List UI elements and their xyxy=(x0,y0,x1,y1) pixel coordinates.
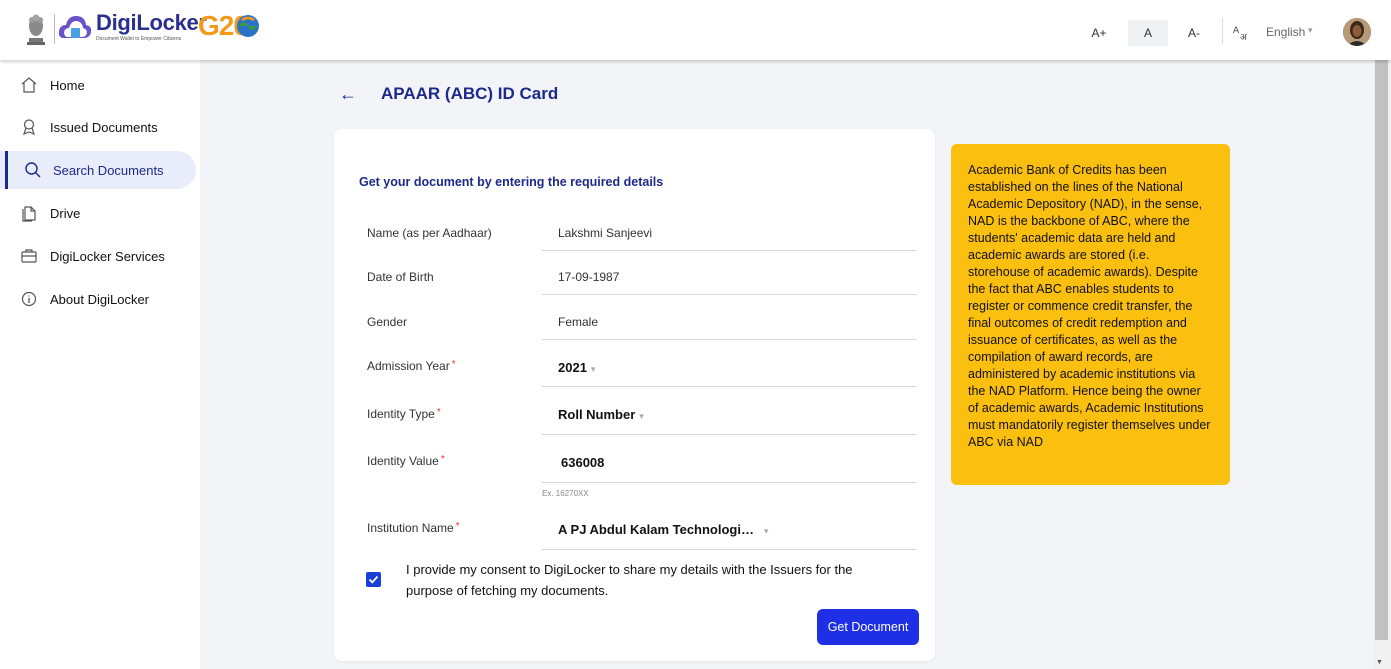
logo-divider xyxy=(54,14,55,44)
required-marker: * xyxy=(440,454,445,465)
identity-value-underline xyxy=(542,482,917,483)
home-icon xyxy=(21,77,37,93)
gender-underline xyxy=(542,339,917,340)
national-emblem-icon xyxy=(27,14,45,45)
get-document-button[interactable]: Get Document xyxy=(817,609,919,645)
chevron-down-icon[interactable]: ▾ xyxy=(1308,25,1313,36)
svg-text:अ: अ xyxy=(1240,33,1248,42)
sidebar-item-label: Search Documents xyxy=(53,162,164,178)
admission-year-label: Admission Year * xyxy=(367,359,456,373)
identity-value-label: Identity Value * xyxy=(367,454,445,468)
search-icon xyxy=(25,162,41,178)
consent-checkbox[interactable] xyxy=(366,572,381,587)
digilocker-cloud-icon xyxy=(58,16,92,38)
font-default-button[interactable]: A xyxy=(1128,20,1168,46)
font-increase-button[interactable]: A+ xyxy=(1079,20,1119,46)
checkmark-icon xyxy=(368,575,379,584)
brand-name[interactable]: DigiLocker xyxy=(96,10,207,36)
identity-type-underline xyxy=(542,434,917,435)
consent-text: I provide my consent to DigiLocker to sh… xyxy=(406,562,853,598)
identity-type-select[interactable]: Roll Number ▾ xyxy=(558,407,644,422)
identity-value-hint: Ex. 16270XX xyxy=(542,489,589,498)
sidebar-item-home[interactable]: Home xyxy=(0,66,196,104)
translate-icon[interactable]: A अ xyxy=(1233,24,1251,42)
avatar[interactable] xyxy=(1343,18,1371,46)
dob-underline xyxy=(542,294,917,295)
gender-label: Gender xyxy=(367,315,408,329)
svg-text:A: A xyxy=(1233,26,1240,36)
briefcase-icon xyxy=(21,249,37,263)
form-heading: Get your document by entering the requir… xyxy=(359,175,664,189)
institution-select[interactable]: A PJ Abdul Kalam Technologi… ▾ xyxy=(558,522,769,537)
sidebar-item-issued-documents[interactable]: Issued Documents xyxy=(0,108,196,146)
sidebar-item-label: About DigiLocker xyxy=(50,291,149,307)
name-label: Name (as per Aadhaar) xyxy=(367,226,492,240)
info-icon xyxy=(21,291,37,307)
page-title: APAAR (ABC) ID Card xyxy=(381,84,559,103)
brand-tagline: Document Wallet to Empower Citizens xyxy=(96,36,182,42)
sidebar-item-label: DigiLocker Services xyxy=(50,248,165,264)
chevron-down-icon: ▾ xyxy=(763,526,769,536)
top-header: DigiLocker Document Wallet to Empower Ci… xyxy=(0,0,1391,60)
dob-field: 17-09-1987 xyxy=(558,270,620,284)
required-marker: * xyxy=(436,407,441,418)
sidebar-item-digilocker-services[interactable]: DigiLocker Services xyxy=(0,237,196,275)
sidebar-item-search-documents[interactable]: Search Documents xyxy=(0,151,196,189)
sidebar-item-label: Drive xyxy=(50,205,81,221)
award-icon xyxy=(23,119,35,136)
chevron-down-icon: ▾ xyxy=(639,411,644,421)
header-divider xyxy=(1222,18,1223,44)
name-field: Lakshmi Sanjeevi xyxy=(558,226,653,240)
chevron-down-icon: ▾ xyxy=(590,364,596,374)
identity-type-label: Identity Type * xyxy=(367,407,441,421)
admission-year-underline xyxy=(542,386,917,387)
identity-value-input[interactable]: 636008 xyxy=(561,455,604,470)
required-marker: * xyxy=(451,359,456,370)
institution-underline xyxy=(542,549,917,550)
scroll-down-icon[interactable]: ▼ xyxy=(1376,659,1383,666)
sidebar-item-drive[interactable]: Drive xyxy=(0,194,196,232)
back-arrow-icon[interactable]: ← xyxy=(339,84,357,105)
scrollbar-thumb[interactable] xyxy=(1375,60,1388,640)
admission-year-select[interactable]: 2021 ▾ xyxy=(558,360,595,375)
dob-label: Date of Birth xyxy=(367,270,434,284)
institution-label: Institution Name * xyxy=(367,521,460,535)
sidebar: Home Issued Documents Search Documents D… xyxy=(0,60,200,669)
language-selector[interactable]: English xyxy=(1266,25,1305,39)
sidebar-item-label: Home xyxy=(50,77,85,93)
sidebar-item-label: Issued Documents xyxy=(50,119,158,135)
files-icon xyxy=(22,206,36,222)
abc-info-panel: Academic Bank of Credits has been establ… xyxy=(951,144,1230,485)
required-marker: * xyxy=(455,521,460,532)
name-underline xyxy=(542,250,917,251)
font-decrease-button[interactable]: A- xyxy=(1174,20,1214,46)
g20-globe-icon xyxy=(237,15,259,37)
gender-field: Female xyxy=(558,315,599,329)
sidebar-item-about-digilocker[interactable]: About DigiLocker xyxy=(0,280,196,318)
